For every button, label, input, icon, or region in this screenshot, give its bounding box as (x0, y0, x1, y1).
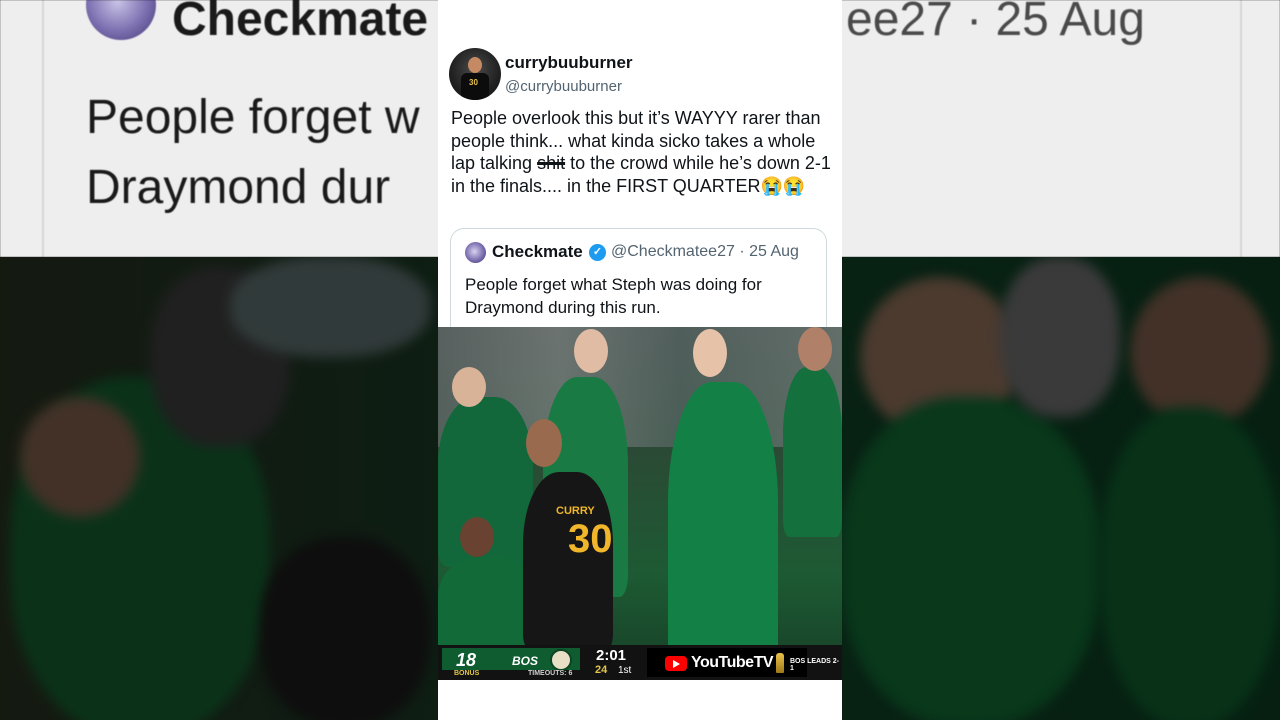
scorebug-period: 1st (618, 665, 632, 676)
scorebug-clock: 2:01 (596, 647, 627, 664)
video-bench-player-head (693, 329, 727, 377)
tweet-panel: 30 currybuuburner @currybuuburner People… (438, 0, 842, 720)
video-featured-player (523, 472, 613, 652)
scorebug: 18 BOS BONUS TIMEOUTS: 6 2:01 24 1st You… (438, 645, 842, 680)
video-bench-player-head (452, 367, 486, 407)
video-featured-player-head (526, 419, 562, 467)
jersey-number: 30 (568, 517, 613, 561)
quoted-meta: @Checkmatee27 · 25 Aug (611, 243, 799, 261)
quoted-date[interactable]: 25 Aug (749, 243, 799, 260)
scorebug-score: 18 (456, 650, 477, 670)
youtube-play-icon (665, 656, 687, 671)
jersey-name: CURRY (556, 505, 595, 517)
tweet-text-struck: shit (537, 153, 566, 173)
background-text-line-2: Draymond dur (86, 161, 391, 214)
verified-badge-icon: ✓ (589, 244, 606, 261)
quoted-separator: · (739, 243, 745, 260)
quoted-author-name[interactable]: Checkmate (492, 242, 583, 262)
quoted-text: People forget what Steph was doing for D… (465, 275, 762, 317)
scorebug-series: BOS LEADS 2-1 (790, 658, 840, 672)
avatar-jersey-number: 30 (469, 78, 478, 87)
video-bench-player (668, 382, 778, 680)
background-author-name: Checkmate (172, 0, 429, 46)
scorebug-shot-clock: 24 (595, 664, 608, 676)
avatar[interactable]: 30 (449, 48, 501, 100)
scorebug-timeouts: TIMEOUTS: 6 (528, 670, 573, 677)
broadcaster-name: YouTubeTV (691, 654, 774, 671)
quoted-avatar[interactable] (465, 242, 486, 263)
video-bench-player-head (798, 327, 832, 371)
scorebug-bonus: BONUS (454, 670, 480, 677)
scorebug-team: BOS (512, 654, 539, 668)
author-handle[interactable]: @currybuuburner (505, 78, 622, 95)
video-bench-player-head (574, 329, 608, 373)
video-bench-player-head (460, 517, 494, 557)
quoted-author-handle[interactable]: @Checkmatee27 (611, 243, 735, 260)
scorebug-team-panel: 18 BOS (442, 648, 580, 671)
video-player[interactable]: CURRY 30 18 BOS BONUS TIMEOUTS: 6 2:01 2… (438, 327, 842, 680)
team-logo-icon (550, 649, 572, 671)
trophy-icon (776, 653, 784, 673)
background-handle: ee27 · 25 Aug (846, 0, 1145, 46)
author-name[interactable]: currybuuburner (505, 53, 633, 73)
video-bench-player (783, 367, 842, 537)
tweet-text: People overlook this but it’s WAYYY rare… (451, 107, 836, 197)
